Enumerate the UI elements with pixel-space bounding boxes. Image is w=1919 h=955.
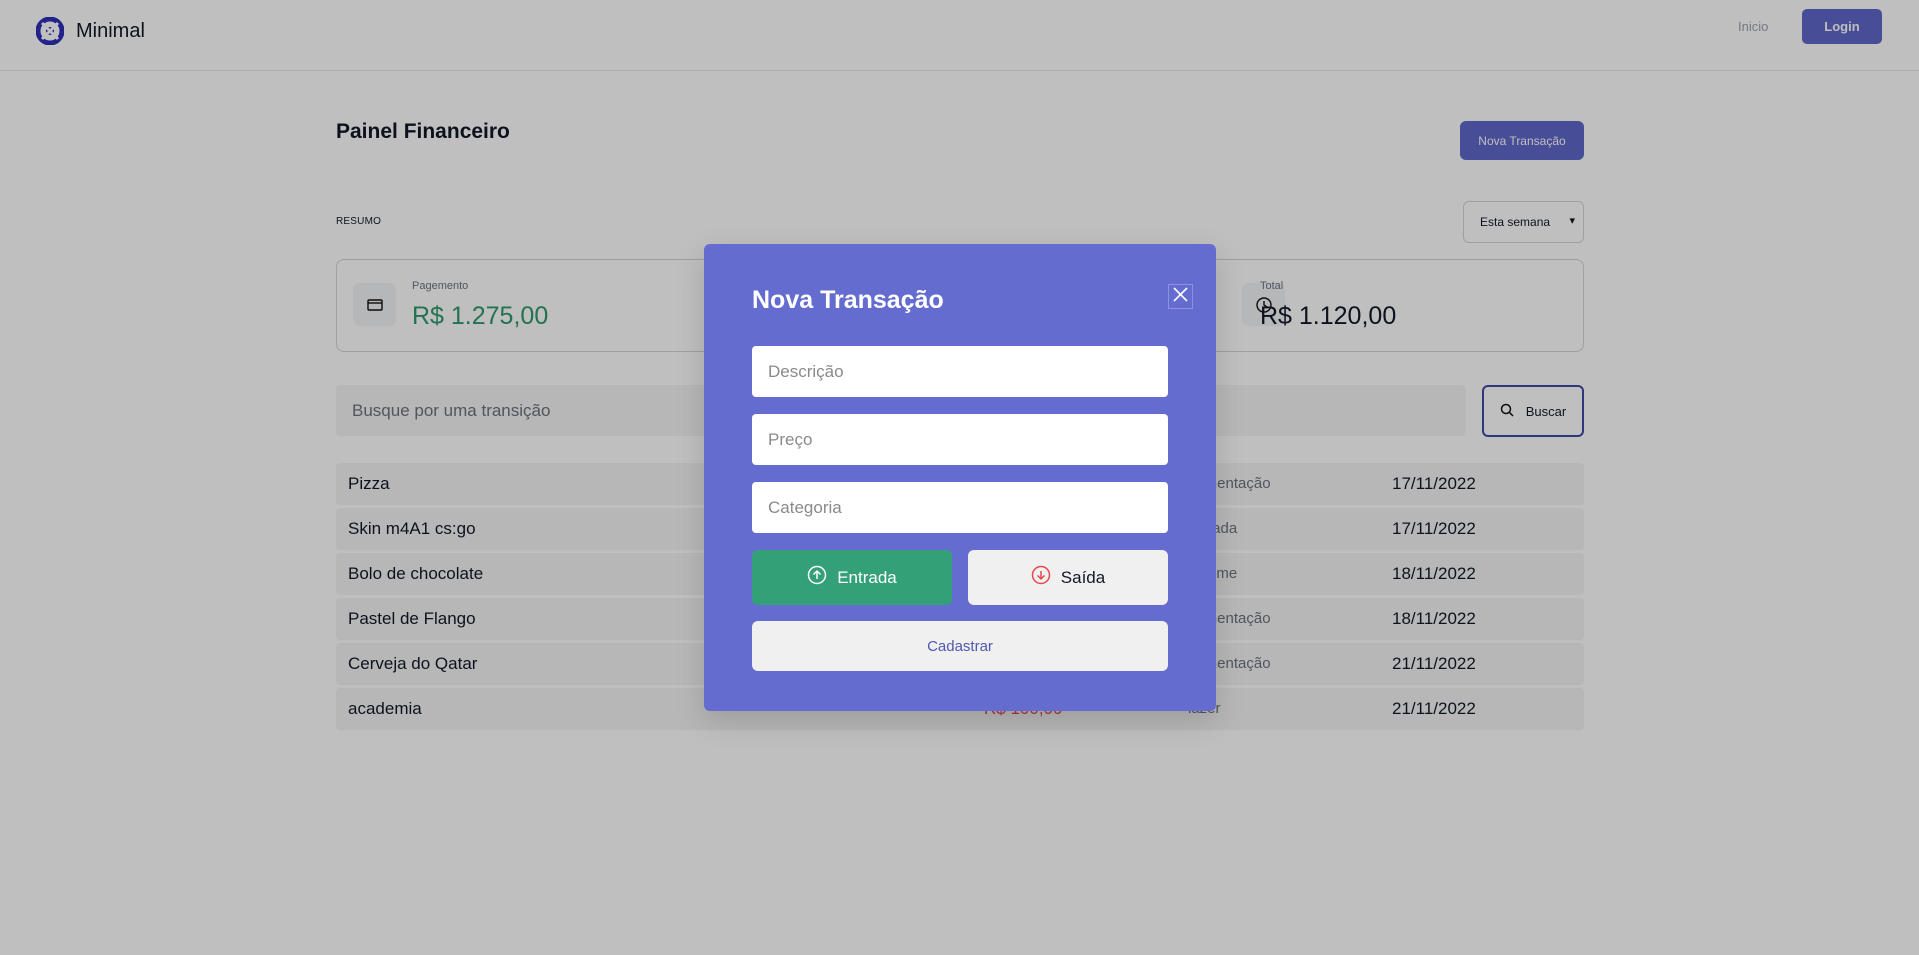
saida-button[interactable]: Saída [968,550,1168,605]
modal-title: Nova Transação [752,286,944,314]
description-field[interactable]: Descrição [752,346,1168,397]
arrow-circle-down-icon [1031,565,1051,590]
close-icon [1173,286,1188,307]
close-button[interactable] [1168,284,1193,309]
entrada-button[interactable]: Entrada [752,550,952,605]
arrow-circle-up-icon [807,565,827,590]
new-transaction-modal: Nova Transação Descrição Preço Categoria… [704,244,1216,711]
submit-button[interactable]: Cadastrar [752,621,1168,671]
price-field[interactable]: Preço [752,414,1168,465]
saida-label: Saída [1060,567,1106,587]
entrada-label: Entrada [837,567,897,587]
category-field[interactable]: Categoria [752,482,1168,533]
